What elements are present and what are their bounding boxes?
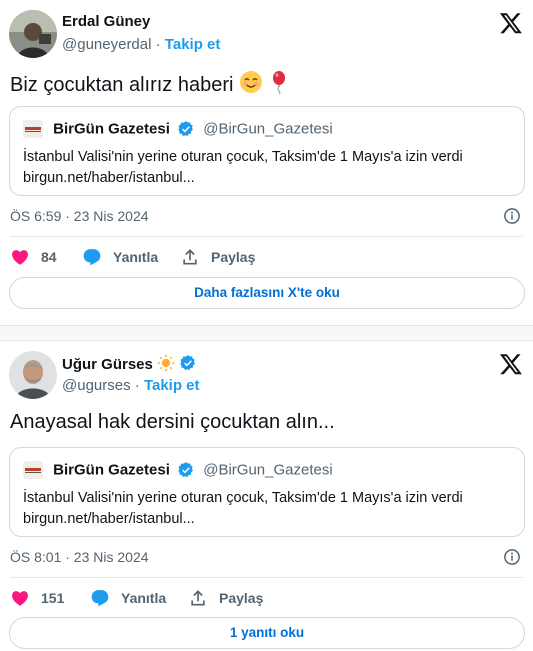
quoted-source-handle: @BirGun_Gazetesi (203, 461, 333, 479)
reply-label: Yanıtla (113, 249, 159, 265)
avatar[interactable] (9, 351, 57, 399)
share-button[interactable]: Paylaş (188, 587, 263, 609)
read-replies-button[interactable]: 1 yanıtı oku (9, 617, 525, 649)
share-label: Paylaş (219, 590, 264, 606)
author-handle-row: @guneyerdal · Takip et (62, 36, 220, 53)
quoted-source-name: BirGün Gazetesi (53, 461, 170, 479)
verified-badge-icon (178, 121, 193, 137)
quoted-source-name: BirGün Gazetesi (53, 120, 170, 138)
verified-badge-icon (178, 462, 193, 478)
info-icon[interactable] (503, 548, 521, 566)
read-more-button[interactable]: Daha fazlasını X'te oku (9, 277, 525, 309)
reply-label: Yanıtla (121, 590, 167, 606)
share-label: Paylaş (211, 249, 256, 265)
tweet-timestamp[interactable]: ÖS 8:01 · 23 Nis 2024 (10, 549, 149, 565)
birgun-logo-icon (23, 120, 43, 139)
divider (10, 236, 523, 237)
tweet-text: Biz çocuktan alırız haberi (10, 70, 289, 97)
speech-bubble-icon (91, 590, 109, 607)
quoted-tweet-body: İstanbul Valisi'nin yerine oturan çocuk,… (23, 488, 513, 530)
speech-bubble-icon (83, 249, 101, 266)
share-icon (183, 249, 197, 265)
tweet-text: Anayasal hak dersini çocuktan alın... (10, 411, 335, 433)
author-handle-row: @ugurses · Takip et (62, 377, 200, 394)
tweet-timestamp[interactable]: ÖS 6:59 · 23 Nis 2024 (10, 208, 149, 224)
quoted-tweet-body: İstanbul Valisi'nin yerine oturan çocuk,… (23, 147, 513, 189)
follow-button[interactable]: Takip et (144, 377, 200, 394)
quoted-link[interactable]: birgun.net/haber/istanbul... (23, 168, 513, 189)
info-icon[interactable] (503, 207, 521, 225)
quoted-text-line: İstanbul Valisi'nin yerine oturan çocuk,… (23, 149, 463, 165)
author-name-row: Uğur Gürses (62, 354, 197, 373)
like-count: 151 (41, 590, 65, 606)
tweet-card: Uğur Gürses @ugurses · Takip et Anayasal… (0, 340, 533, 651)
share-button[interactable]: Paylaş (180, 246, 255, 268)
share-icon (191, 590, 205, 606)
sun-icon (157, 354, 175, 372)
quoted-text-line: İstanbul Valisi'nin yerine oturan çocuk,… (23, 490, 463, 506)
verified-badge-icon[interactable] (179, 354, 197, 372)
birgun-logo-icon (23, 461, 43, 480)
tweet-card: Erdal Güney @guneyerdal · Takip et Biz ç… (0, 0, 533, 326)
author-handle[interactable]: @ugurses (62, 377, 131, 394)
heart-icon (12, 250, 28, 265)
separator-dot: · (155, 36, 161, 53)
reply-button[interactable]: Yanıtla (82, 246, 158, 268)
like-button[interactable]: 151 (10, 587, 64, 609)
quoted-link[interactable]: birgun.net/haber/istanbul... (23, 509, 513, 530)
author-name[interactable]: Uğur Gürses (62, 356, 153, 373)
x-logo-icon[interactable] (499, 352, 523, 376)
quoted-tweet[interactable]: BirGün Gazetesi @BirGun_Gazetesi İstanbu… (9, 447, 525, 537)
like-count: 84 (41, 249, 57, 265)
quoted-tweet-header: BirGün Gazetesi @BirGun_Gazetesi (23, 120, 333, 140)
quoted-tweet[interactable]: BirGün Gazetesi @BirGun_Gazetesi İstanbu… (9, 106, 525, 196)
quoted-source-handle: @BirGun_Gazetesi (203, 120, 333, 138)
heart-icon (12, 591, 28, 606)
separator-dot: · (134, 377, 140, 394)
x-logo-icon[interactable] (499, 11, 523, 35)
balloon-icon (272, 71, 285, 94)
like-button[interactable]: 84 (10, 246, 57, 268)
tweet-text-content: Biz çocuktan alırız haberi (10, 74, 234, 96)
reply-button[interactable]: Yanıtla (90, 587, 166, 609)
author-handle[interactable]: @guneyerdal (62, 36, 151, 53)
follow-button[interactable]: Takip et (165, 36, 221, 53)
avatar[interactable] (9, 10, 57, 58)
divider (10, 577, 523, 578)
author-name[interactable]: Erdal Güney (62, 13, 150, 30)
smiling-face-icon (240, 71, 262, 93)
quoted-tweet-header: BirGün Gazetesi @BirGun_Gazetesi (23, 461, 333, 481)
